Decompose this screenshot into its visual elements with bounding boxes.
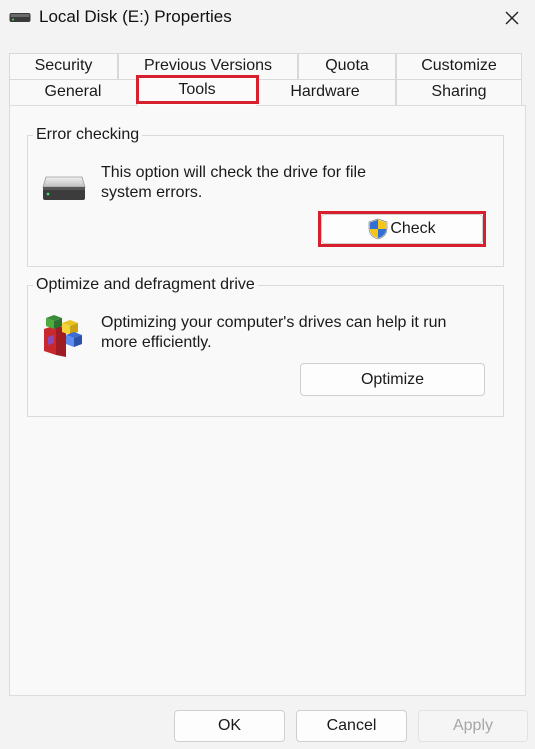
optimize-button[interactable]: Optimize	[300, 363, 485, 396]
error-checking-title: Error checking	[33, 125, 143, 145]
drive-icon	[42, 175, 86, 206]
optimize-group	[27, 285, 504, 417]
title-bar: Local Disk (E:) Properties	[0, 0, 535, 36]
window-title: Local Disk (E:) Properties	[39, 7, 232, 26]
defrag-icon	[40, 313, 84, 364]
drive-icon	[9, 11, 31, 23]
optimize-description-line2: more efficiently.	[101, 334, 212, 351]
optimize-title: Optimize and defragment drive	[33, 275, 258, 295]
check-button-highlight	[318, 211, 486, 247]
error-checking-description-line2: system errors.	[101, 184, 203, 201]
optimize-description-line1: Optimizing your computer's drives can he…	[101, 314, 447, 331]
tab-customize[interactable]: Customize	[396, 53, 522, 79]
cancel-button[interactable]: Cancel	[296, 710, 407, 742]
tab-sharing[interactable]: Sharing	[396, 79, 522, 106]
error-checking-group	[27, 135, 504, 267]
tab-general[interactable]: General	[9, 79, 137, 106]
ok-button[interactable]: OK	[174, 710, 285, 742]
tools-tab-highlight	[136, 75, 259, 104]
tab-security[interactable]: Security	[9, 53, 118, 79]
tab-hardware[interactable]: Hardware	[254, 79, 396, 106]
tab-quota[interactable]: Quota	[298, 53, 396, 79]
error-checking-description-line1: This option will check the drive for fil…	[101, 164, 366, 181]
apply-button[interactable]: Apply	[418, 710, 528, 742]
close-icon	[505, 11, 519, 25]
close-button[interactable]	[489, 0, 535, 36]
